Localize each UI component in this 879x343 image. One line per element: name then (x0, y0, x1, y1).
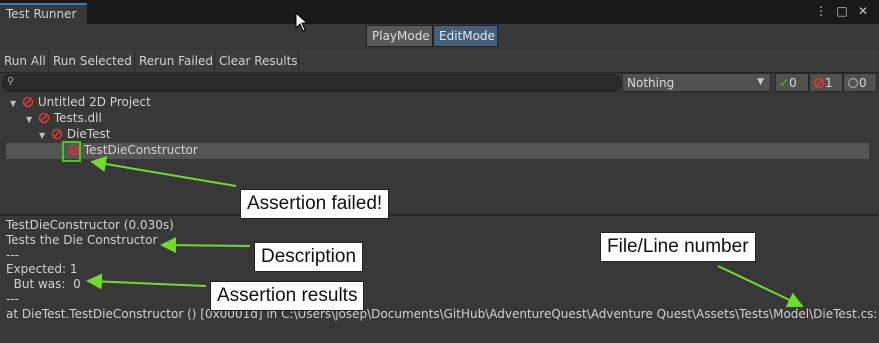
arrow-file-line (717, 265, 804, 308)
annotation-arrows (86, 156, 804, 308)
arrow-assertion-results (86, 273, 207, 290)
arrow-description (160, 237, 251, 254)
arrow-assertion-failed (90, 156, 237, 187)
mouse-cursor-icon (295, 12, 309, 32)
